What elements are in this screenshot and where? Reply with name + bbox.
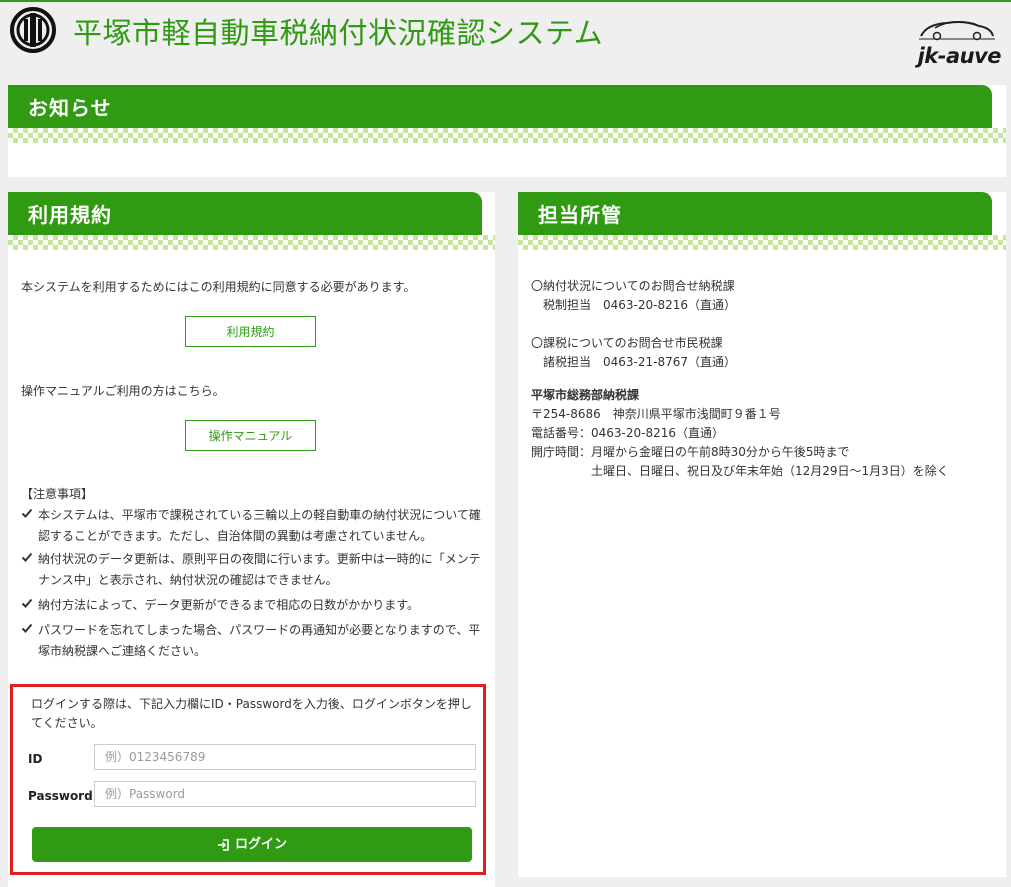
- dept-name: 平塚市総務部納税課: [531, 388, 640, 402]
- login-instructions: ログインする際は、下記入力欄にID・Passwordを入力後、ログインボタンを押…: [31, 697, 472, 730]
- check-icon: [21, 508, 33, 518]
- site-title: 平塚市軽自動車税納付状況確認システム: [73, 16, 604, 50]
- payment-inquiry: 〇納付状況についてのお問合せ納税課: [531, 279, 735, 293]
- id-input[interactable]: [94, 744, 476, 770]
- note-item: 本システムは、平塚市で課税されている三輪以上の軽自動車の納付状況について確認する…: [21, 505, 481, 547]
- password-input[interactable]: [94, 781, 476, 807]
- id-label: ID: [28, 752, 43, 766]
- note-item: 納付状況のデータ更新は、原則平日の夜間に行います。更新中は一時的に「メンテナンス…: [21, 549, 481, 591]
- payment-phone: 税制担当 0463-20-8216（直通）: [543, 298, 737, 312]
- notice-panel: お知らせ: [8, 85, 1006, 177]
- site-header: 平塚市軽自動車税納付状況確認システム jk-auve: [0, 2, 1011, 80]
- tax-inquiry: 〇課税についてのお問合せ市民税課: [531, 336, 723, 350]
- contact-title: 担当所管: [538, 203, 622, 227]
- checker-pattern: [518, 235, 1006, 250]
- check-icon: [21, 552, 33, 562]
- notice-panel-header: お知らせ: [8, 85, 1006, 143]
- terms-panel-header: 利用規約: [8, 192, 495, 250]
- terms-title: 利用規約: [28, 203, 112, 227]
- terms-intro: 本システムを利用するためにはこの利用規約に同意する必要があります。: [21, 280, 416, 294]
- notes-heading: 【注意事項】: [21, 487, 94, 501]
- office-hours: 開庁時間：月曜から金曜日の午前8時30分から午後5時まで: [531, 445, 850, 459]
- tax-phone: 諸税担当 0463-21-8767（直通）: [543, 355, 737, 369]
- manual-intro: 操作マニュアルご利用の方はこちら。: [21, 384, 225, 398]
- brand-name: jk-auve: [917, 44, 1002, 68]
- city-emblem-icon: [10, 7, 56, 53]
- brand-logo: jk-auve: [909, 16, 1005, 68]
- check-icon: [21, 598, 33, 608]
- phone-number: 電話番号：0463-20-8216（直通）: [531, 426, 725, 440]
- contact-panel-header: 担当所管: [518, 192, 1006, 250]
- terms-button[interactable]: 利用規約: [185, 316, 316, 347]
- notice-title: お知らせ: [28, 96, 112, 120]
- checker-pattern: [8, 128, 1006, 143]
- office-hours-note: 土曜日、日曜日、祝日及び年末年始（12月29日～1月3日）を除く: [591, 464, 949, 478]
- note-item: 納付方法によって、データ更新ができるまで相応の日数がかかります。: [21, 595, 481, 616]
- password-label: Password: [28, 789, 93, 803]
- address: 〒254-8686 神奈川県平塚市浅間町９番１号: [531, 407, 781, 421]
- check-icon: [21, 623, 33, 633]
- checker-pattern: [8, 235, 495, 250]
- login-icon: [217, 838, 229, 851]
- car-icon: [919, 21, 995, 41]
- manual-button[interactable]: 操作マニュアル: [185, 420, 316, 451]
- contact-panel: 担当所管 〇納付状況についてのお問合せ納税課 税制担当 0463-20-8216…: [518, 192, 1006, 877]
- note-item: パスワードを忘れてしまった場合、パスワードの再通知が必要となりますので、平塚市納…: [21, 620, 481, 662]
- login-button-label: ログイン: [234, 837, 287, 852]
- login-button[interactable]: ログイン: [32, 827, 472, 862]
- login-form: ログインする際は、下記入力欄にID・Passwordを入力後、ログインボタンを押…: [10, 684, 486, 875]
